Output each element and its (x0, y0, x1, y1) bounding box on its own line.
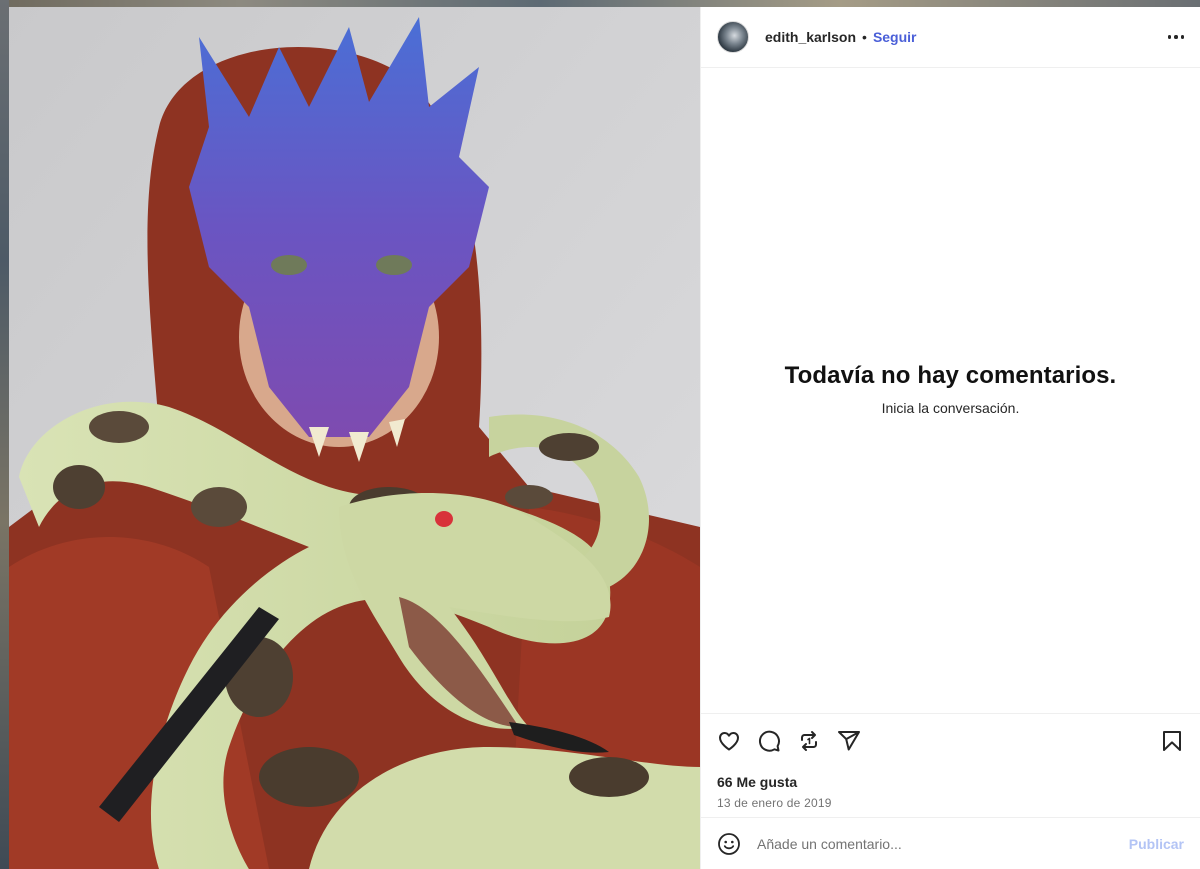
emoji-icon[interactable] (717, 832, 741, 856)
bookmark-icon (1163, 731, 1181, 751)
post-image[interactable] (9, 7, 700, 869)
likes-count[interactable]: 66 Me gusta (717, 774, 1184, 790)
background-strip-top (0, 0, 1200, 7)
comment-button[interactable] (757, 729, 781, 753)
repost-icon (801, 731, 817, 751)
post-date[interactable]: 13 de enero de 2019 (717, 796, 1184, 810)
post-sidebar: edith_karlson • Seguir Todavía no hay co… (700, 7, 1200, 869)
publish-button[interactable]: Publicar (1121, 836, 1184, 852)
avatar[interactable] (717, 21, 749, 53)
more-horizontal-icon-dot (1180, 35, 1184, 39)
empty-comments-subtitle: Inicia la conversación. (881, 399, 1020, 416)
comment-icon (758, 730, 780, 752)
empty-comments-title: Todavía no hay comentarios. (784, 361, 1117, 389)
more-horizontal-icon (1167, 35, 1171, 39)
comment-bar: Publicar (701, 817, 1200, 869)
username-link[interactable]: edith_karlson (765, 29, 856, 45)
heart-icon (719, 732, 739, 751)
post-modal: edith_karlson • Seguir Todavía no hay co… (9, 7, 1200, 869)
comments-section: Todavía no hay comentarios. Inicia la co… (701, 68, 1200, 713)
save-button[interactable] (1160, 729, 1184, 753)
photo-image (9, 7, 700, 869)
action-bar (717, 726, 1184, 756)
actions-area: 66 Me gusta 13 de enero de 2019 (701, 713, 1200, 817)
more-options-button[interactable] (1160, 27, 1184, 47)
post-header: edith_karlson • Seguir (701, 7, 1200, 68)
repost-button[interactable] (797, 729, 821, 753)
like-button[interactable] (717, 729, 741, 753)
separator-dot: • (862, 29, 867, 45)
more-horizontal-icon-dot (1174, 35, 1178, 39)
follow-button[interactable]: Seguir (873, 29, 917, 45)
comment-input[interactable] (757, 835, 1121, 852)
background-strip-left (0, 0, 9, 869)
share-button[interactable] (837, 729, 861, 753)
send-icon (838, 731, 860, 751)
